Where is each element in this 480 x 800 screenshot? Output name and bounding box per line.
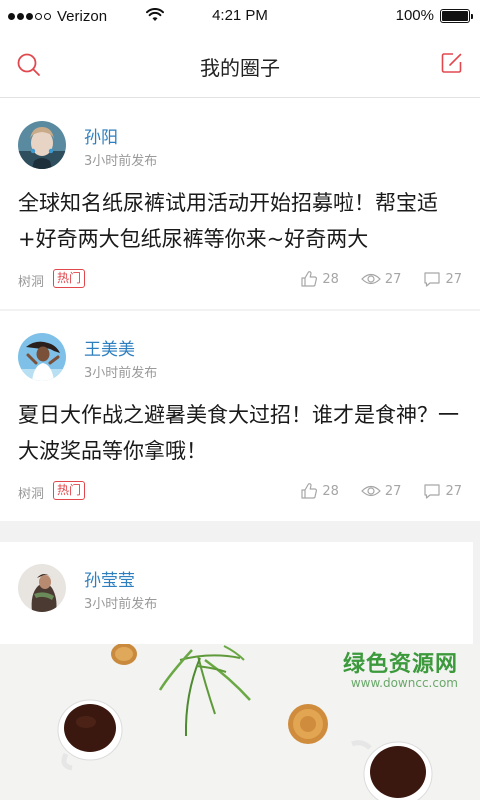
post-footer: 树洞 热门 28 27 27: [18, 481, 462, 502]
battery-percent: 100%: [395, 7, 434, 24]
comment-icon: [424, 483, 441, 499]
watermark: 绿色资源网 www.downcc.com: [343, 646, 458, 690]
status-bar: Verizon 4:21 PM 100%: [0, 0, 480, 32]
eye-icon: [361, 273, 381, 285]
post-time: 3小时前发布: [84, 597, 158, 612]
post-author[interactable]: 孙阳: [84, 123, 118, 148]
post-content[interactable]: 夏日大作战之避暑美食大过招！谁才是食神？一大波奖品等你拿哦！: [18, 397, 468, 469]
avatar[interactable]: [18, 121, 66, 169]
post-author[interactable]: 孙莹莹: [84, 566, 135, 591]
avatar[interactable]: [18, 564, 66, 612]
nav-bar: 我的圈子: [0, 32, 480, 98]
avatar[interactable]: [18, 333, 66, 381]
post-author[interactable]: 王美美: [84, 335, 135, 360]
post-content[interactable]: 全球知名纸尿裤试用活动开始招募啦！帮宝适+好奇两大包纸尿裤等你来~好奇两大: [18, 185, 468, 257]
hot-badge: 热门: [53, 269, 86, 288]
post-category[interactable]: 树洞: [18, 483, 44, 502]
post-category[interactable]: 树洞: [18, 271, 44, 290]
battery-area: 100%: [395, 7, 473, 24]
watermark-url: www.downcc.com: [350, 676, 458, 690]
view-count-item: 27: [361, 271, 402, 287]
post-card[interactable]: 王美美 3小时前发布 夏日大作战之避暑美食大过招！谁才是食神？一大波奖品等你拿哦…: [0, 311, 480, 521]
battery-icon: [440, 8, 473, 23]
watermark-title: 绿色资源网: [342, 652, 458, 677]
hot-badge: 热门: [53, 481, 86, 500]
page-title: 我的圈子: [200, 56, 280, 80]
view-count-item: 27: [361, 483, 402, 499]
post-time: 3小时前发布: [84, 366, 158, 381]
view-count: 27: [384, 271, 402, 287]
feed-list[interactable]: 孙阳 3小时前发布 全球知名纸尿裤试用活动开始招募啦！帮宝适+好奇两大包纸尿裤等…: [0, 99, 480, 800]
post-stats: 28 27 27: [278, 269, 462, 289]
comment-count: 27: [445, 271, 462, 287]
comment-count: 27: [445, 483, 462, 499]
post-time: 3小时前发布: [84, 154, 158, 169]
post-stats: 28 27 27: [278, 481, 462, 501]
like-button[interactable]: 28: [300, 270, 339, 288]
comment-icon: [424, 271, 441, 287]
compose-icon[interactable]: [440, 51, 464, 75]
post-card[interactable]: 孙莹莹 3小时前发布: [0, 542, 473, 644]
like-count: 28: [322, 271, 339, 287]
comment-button[interactable]: 27: [423, 483, 462, 500]
eye-icon: [361, 485, 381, 497]
thumbs-up-icon: [301, 271, 318, 287]
post-card[interactable]: 孙阳 3小时前发布 全球知名纸尿裤试用活动开始招募啦！帮宝适+好奇两大包纸尿裤等…: [0, 99, 480, 309]
battery-fill: [442, 10, 468, 21]
comment-button[interactable]: 27: [423, 271, 462, 288]
thumbs-up-icon: [301, 483, 318, 499]
like-count: 28: [322, 483, 339, 499]
like-button[interactable]: 28: [300, 482, 339, 500]
post-footer: 树洞 热门 28 27 27: [18, 269, 462, 290]
view-count: 27: [384, 483, 402, 499]
